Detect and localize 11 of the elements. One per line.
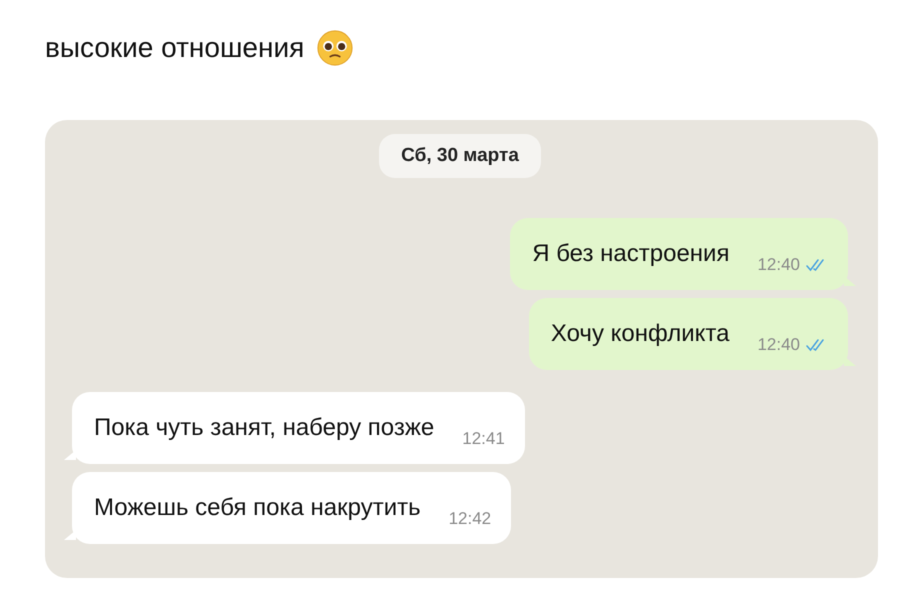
message-text: Пока чуть занят, наберу позже xyxy=(94,414,434,442)
date-label: Сб, 30 марта xyxy=(379,134,541,178)
message-text: Можешь себя пока накрутить xyxy=(94,494,421,522)
message-time: 12:42 xyxy=(448,509,492,529)
message-time: 12:40 xyxy=(757,335,800,355)
message-time: 12:41 xyxy=(462,429,505,449)
post-title: высокие отношения xyxy=(45,32,304,64)
emoji-icon xyxy=(316,29,354,67)
message-time: 12:40 xyxy=(757,255,800,275)
message-text: Хочу конфликта xyxy=(550,320,730,348)
message-text: Я без настроения xyxy=(532,240,730,268)
